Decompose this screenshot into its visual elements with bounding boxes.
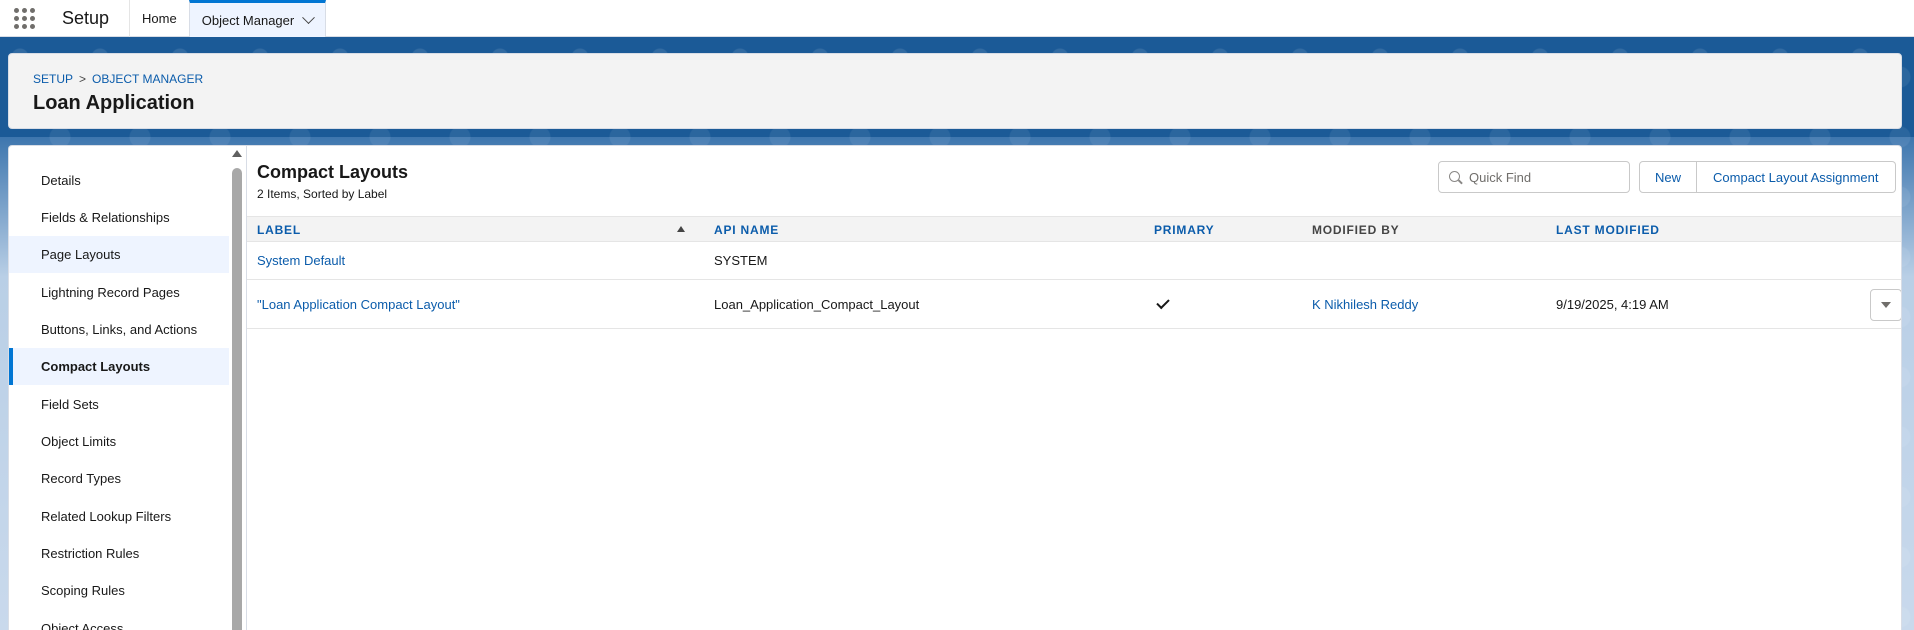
- sidebar-item-page-layouts[interactable]: Page Layouts: [9, 236, 229, 273]
- sidebar-item-label: Page Layouts: [41, 247, 121, 262]
- object-sidebar: Details Fields & Relationships Page Layo…: [9, 146, 229, 630]
- sidebar-item-object-access[interactable]: Object Access: [9, 610, 229, 630]
- sidebar-item-details[interactable]: Details: [9, 162, 229, 199]
- sidebar-item-label: Object Limits: [41, 434, 117, 449]
- quick-find-box[interactable]: [1438, 161, 1630, 193]
- search-icon: [1449, 171, 1460, 182]
- page-title: Loan Application: [33, 92, 195, 114]
- modified-by-user-link[interactable]: K Nikhilesh Reddy: [1312, 280, 1418, 328]
- sidebar-item-label: Record Types: [41, 471, 121, 486]
- api-name-cell: SYSTEM: [714, 253, 768, 268]
- content-card: Details Fields & Relationships Page Layo…: [8, 145, 1902, 630]
- column-header-modified-by: MODIFIED BY: [1312, 223, 1400, 237]
- sidebar-item-label: Scoping Rules: [41, 583, 125, 598]
- column-header-last-modified[interactable]: LAST MODIFIED: [1556, 217, 1660, 243]
- sidebar-item-related-lookup-filters[interactable]: Related Lookup Filters: [9, 498, 229, 535]
- sidebar-item-lightning-record-pages[interactable]: Lightning Record Pages: [9, 274, 229, 311]
- compact-layout-assignment-button[interactable]: Compact Layout Assignment: [1697, 161, 1896, 193]
- sidebar-item-label: Details: [41, 173, 81, 188]
- last-modified-cell: 9/19/2025, 4:19 AM: [1556, 296, 1669, 312]
- table-header: LABEL API NAME PRIMARY MODIFIED BY LAST …: [247, 216, 1901, 243]
- column-header-label[interactable]: LABEL: [257, 217, 301, 243]
- chevron-down-icon[interactable]: [302, 10, 316, 24]
- scroll-thumb[interactable]: [232, 168, 242, 630]
- breadcrumb: SETUP > OBJECT MANAGER: [33, 72, 203, 86]
- sidebar-item-restriction-rules[interactable]: Restriction Rules: [9, 535, 229, 572]
- scroll-up-arrow-icon[interactable]: [232, 150, 242, 157]
- sidebar-item-label: Object Access: [41, 621, 124, 630]
- sidebar-item-label: Related Lookup Filters: [41, 509, 172, 524]
- section-title: Compact Layouts: [257, 162, 409, 182]
- sidebar-item-field-sets[interactable]: Field Sets: [9, 386, 229, 423]
- new-button[interactable]: New: [1639, 161, 1698, 193]
- checkmark-icon: [1156, 295, 1170, 309]
- app-launcher-button[interactable]: [0, 0, 48, 37]
- sidebar-item-label: Restriction Rules: [41, 546, 140, 561]
- sidebar-item-buttons-links-actions[interactable]: Buttons, Links, and Actions: [9, 311, 229, 348]
- breadcrumb-setup[interactable]: SETUP: [33, 72, 73, 86]
- sidebar-item-label: Buttons, Links, and Actions: [41, 322, 198, 337]
- column-header-api-name[interactable]: API NAME: [714, 217, 779, 243]
- table-row: System Default SYSTEM: [247, 242, 1901, 280]
- sidebar-item-label: Field Sets: [41, 397, 99, 412]
- api-name-cell: Loan_Application_Compact_Layout: [714, 296, 920, 312]
- layout-label-link[interactable]: "Loan Application Compact Layout": [257, 280, 460, 328]
- sidebar-item-compact-layouts[interactable]: Compact Layouts: [9, 348, 229, 385]
- compact-layouts-table: LABEL API NAME PRIMARY MODIFIED BY LAST …: [247, 216, 1901, 329]
- tab-home[interactable]: Home: [130, 0, 189, 37]
- layout-label-link[interactable]: System Default: [257, 242, 345, 279]
- sidebar-item-record-types[interactable]: Record Types: [9, 460, 229, 497]
- sort-ascending-icon[interactable]: [677, 226, 685, 232]
- dropdown-arrow-icon: [1881, 302, 1891, 308]
- compact-layouts-panel: Compact Layouts 2 Items, Sorted by Label…: [247, 146, 1901, 630]
- tab-object-manager[interactable]: Object Manager: [188, 0, 327, 37]
- sidebar-item-fields-relationships[interactable]: Fields & Relationships: [9, 199, 229, 236]
- sidebar-item-label: Lightning Record Pages: [41, 285, 180, 300]
- breadcrumb-separator: >: [79, 72, 87, 86]
- tab-home-label: Home: [142, 11, 177, 26]
- sidebar-item-label: Compact Layouts: [41, 359, 151, 374]
- column-header-primary[interactable]: PRIMARY: [1154, 217, 1215, 243]
- page-header: SETUP > OBJECT MANAGER Loan Application: [8, 53, 1902, 129]
- sidebar-item-scoping-rules[interactable]: Scoping Rules: [9, 572, 229, 609]
- action-button-group: New Compact Layout Assignment: [1639, 161, 1896, 193]
- app-name: Setup: [48, 0, 131, 37]
- sidebar-scrollbar[interactable]: [231, 146, 243, 630]
- quick-find-input[interactable]: [1469, 169, 1619, 185]
- primary-cell: [1156, 280, 1170, 328]
- table-row: "Loan Application Compact Layout" Loan_A…: [247, 280, 1901, 329]
- item-count-summary: 2 Items, Sorted by Label: [257, 187, 388, 201]
- sidebar-item-label: Fields & Relationships: [41, 210, 170, 225]
- global-nav: Setup Home Object Manager: [0, 0, 1914, 37]
- row-actions-button[interactable]: [1870, 289, 1901, 321]
- breadcrumb-object-manager[interactable]: OBJECT MANAGER: [92, 72, 203, 86]
- sidebar-item-object-limits[interactable]: Object Limits: [9, 423, 229, 460]
- waffle-icon: [13, 8, 35, 29]
- tab-object-manager-label: Object Manager: [201, 12, 295, 28]
